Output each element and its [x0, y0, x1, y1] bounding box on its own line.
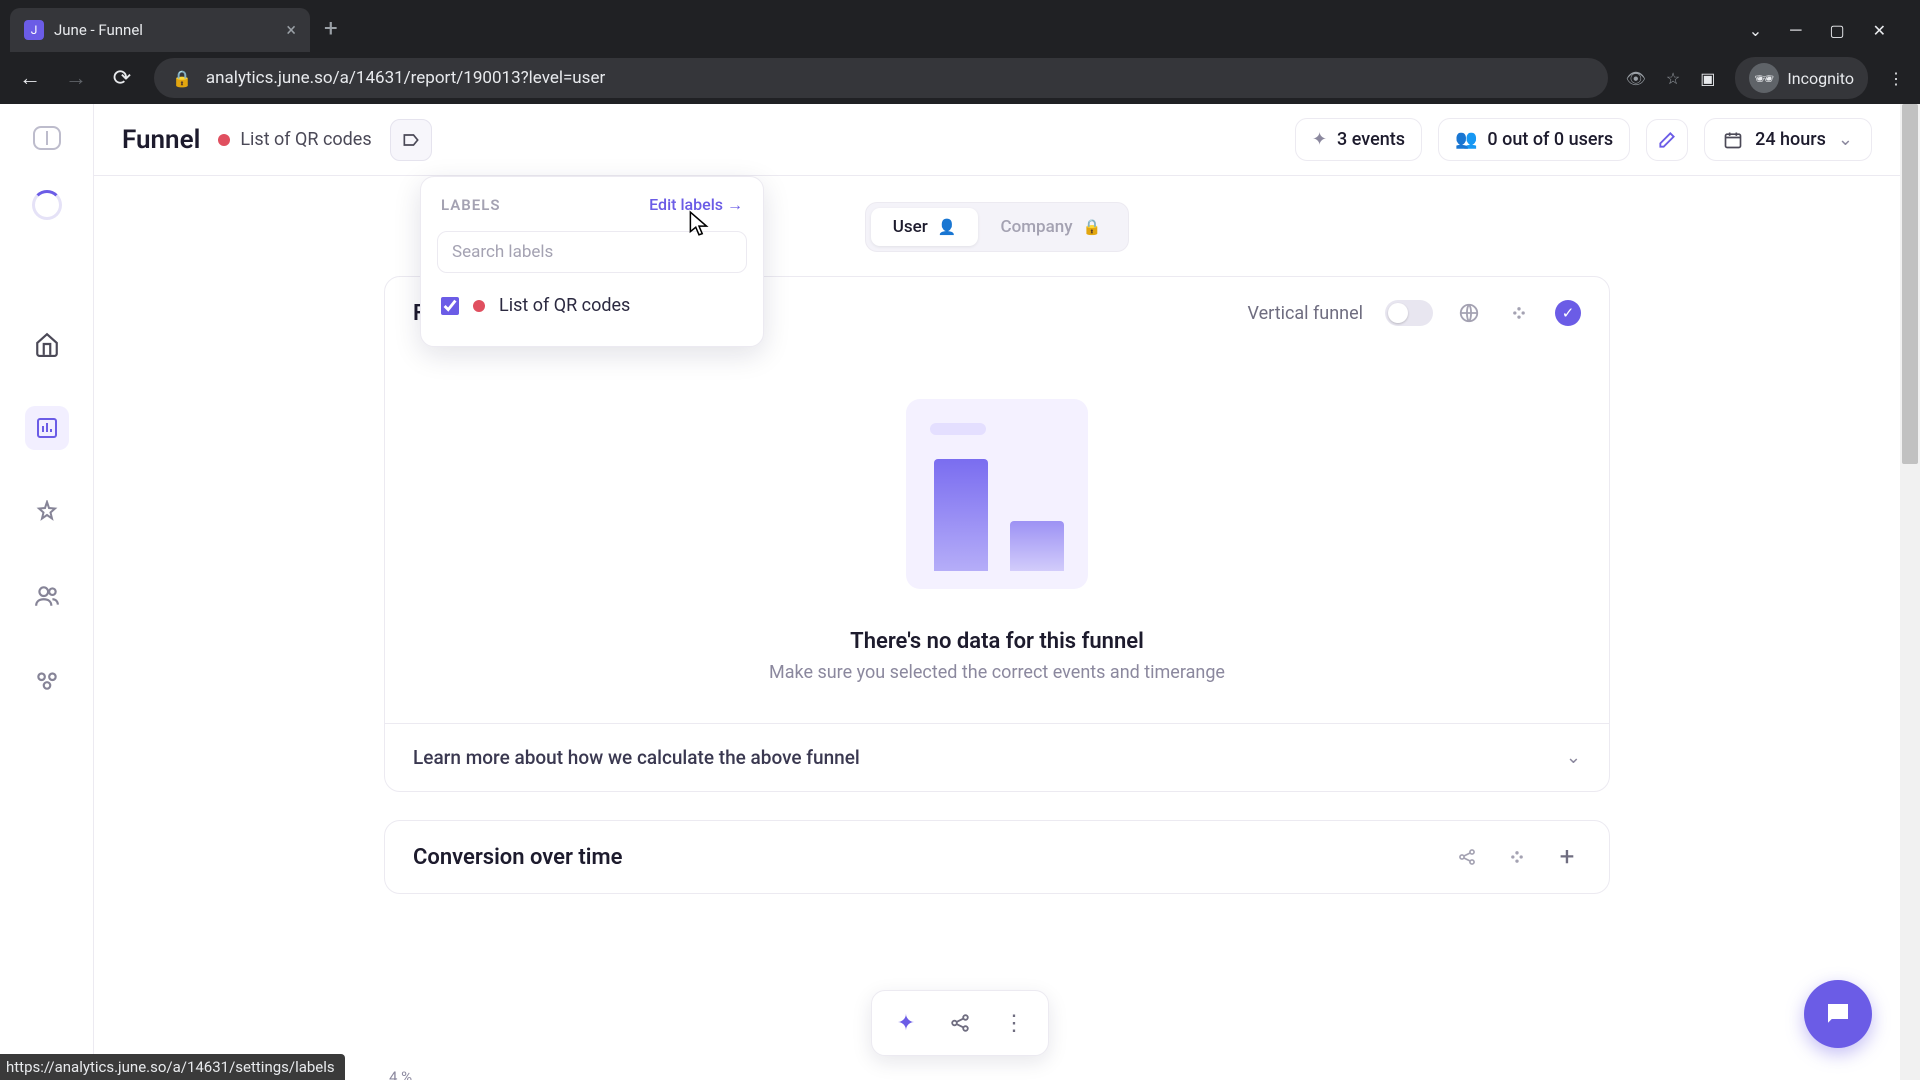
user-icon: 👤 — [938, 218, 957, 236]
home-icon[interactable] — [25, 322, 69, 366]
globe-icon[interactable] — [1455, 299, 1483, 327]
kebab-menu-icon[interactable]: ⋮ — [1888, 69, 1904, 88]
loading-spinner-icon — [32, 190, 62, 220]
funnel-card: Fur Vertical funnel ✓ — [384, 276, 1610, 792]
users-ic-icon: 👥 — [1455, 129, 1477, 150]
forward-button: → — [62, 65, 90, 91]
users-chip[interactable]: 👥 0 out of 0 users — [1438, 118, 1630, 161]
calendar-icon — [1723, 130, 1743, 150]
events-count: 3 events — [1337, 129, 1405, 150]
bookmark-icon[interactable]: ☆ — [1666, 69, 1680, 88]
new-tab-button[interactable]: + — [324, 14, 338, 42]
share-icon[interactable] — [1453, 843, 1481, 871]
reload-button[interactable]: ⟳ — [108, 66, 136, 91]
labels-search-input[interactable] — [437, 231, 747, 273]
segment-company-label: Company — [1000, 217, 1072, 237]
footer-stat: 4 % — [389, 1068, 412, 1080]
tab-favicon: J — [24, 20, 44, 40]
label-dot-icon — [218, 134, 230, 146]
floating-action-bar: ✦ ⋮ — [871, 990, 1049, 1056]
empty-subtitle: Make sure you selected the correct event… — [385, 662, 1609, 683]
extensions-icon[interactable]: ▣ — [1700, 69, 1715, 88]
events-icon[interactable] — [25, 490, 69, 534]
incognito-icon: 🕶 — [1749, 63, 1779, 93]
topbar: Funnel List of QR codes ✦ 3 events 👥 0 o… — [94, 104, 1900, 176]
add-icon[interactable]: + — [1553, 843, 1581, 871]
users-count: 0 out of 0 users — [1487, 129, 1613, 150]
tab-bar: J June - Funnel × + ⌄ ─ ▢ ✕ — [0, 0, 1920, 52]
edit-labels-link[interactable]: Edit labels → — [649, 195, 743, 215]
more-button[interactable]: ⋮ — [990, 999, 1038, 1047]
browser-tab[interactable]: J June - Funnel × — [10, 8, 310, 52]
vertical-funnel-toggle[interactable] — [1385, 300, 1433, 326]
edit-button[interactable] — [1646, 119, 1688, 161]
page-title: Funnel — [122, 125, 200, 155]
segment-user-label: User — [893, 217, 928, 237]
incognito-label: Incognito — [1787, 69, 1854, 88]
label-checkbox[interactable] — [441, 297, 459, 315]
maximize-icon[interactable]: ▢ — [1829, 21, 1844, 40]
label-color-dot-icon — [473, 300, 485, 312]
empty-state: There's no data for this funnel Make sur… — [385, 349, 1609, 723]
segment-toggle: User 👤 Company 🔒 — [865, 202, 1129, 252]
tab-title: June - Funnel — [54, 21, 143, 39]
side-nav — [0, 104, 94, 1080]
lock-icon: 🔒 — [172, 69, 192, 88]
segment-company-tab[interactable]: Company 🔒 — [978, 208, 1123, 246]
sparkle-icon: ✦ — [1312, 129, 1327, 150]
tab-search-icon[interactable]: ⌄ — [1749, 21, 1762, 40]
segment-user-tab[interactable]: User 👤 — [871, 208, 979, 246]
conversion-title: Conversion over time — [413, 845, 622, 870]
close-window-icon[interactable]: ✕ — [1873, 21, 1886, 40]
slack-icon[interactable] — [1503, 843, 1531, 871]
timerange-text: 24 hours — [1755, 129, 1826, 150]
browser-chrome: J June - Funnel × + ⌄ ─ ▢ ✕ ← → ⟳ 🔒 anal… — [0, 0, 1920, 104]
events-chip[interactable]: ✦ 3 events — [1295, 118, 1422, 161]
chat-fab[interactable] — [1804, 980, 1872, 1048]
companies-icon[interactable] — [25, 658, 69, 702]
sidebar-collapse-icon[interactable] — [33, 126, 61, 150]
check-badge-icon[interactable]: ✓ — [1555, 300, 1581, 326]
back-button[interactable]: ← — [16, 65, 44, 91]
minimize-icon[interactable]: ─ — [1790, 20, 1801, 40]
label-option-text: List of QR codes — [499, 295, 630, 316]
slack-icon[interactable] — [1505, 299, 1533, 327]
url-text: analytics.june.so/a/14631/report/190013?… — [206, 68, 605, 88]
chevron-down-icon: ⌄ — [1838, 129, 1853, 150]
url-input[interactable]: 🔒 analytics.june.so/a/14631/report/19001… — [154, 58, 1608, 98]
users-icon[interactable] — [25, 574, 69, 618]
learn-more-text: Learn more about how we calculate the ab… — [413, 746, 860, 769]
applied-label-chip[interactable]: List of QR codes — [218, 129, 371, 150]
applied-label-text: List of QR codes — [240, 129, 371, 150]
labels-popover: LABELS Edit labels → List of QR codes — [420, 176, 764, 347]
label-option-row[interactable]: List of QR codes — [421, 283, 763, 328]
chevron-down-icon: ⌄ — [1566, 747, 1581, 768]
empty-title: There's no data for this funnel — [385, 629, 1609, 654]
eye-off-icon[interactable]: 👁 — [1626, 69, 1646, 88]
conversion-card: Conversion over time + — [384, 820, 1610, 894]
labels-dropdown-button[interactable] — [390, 119, 432, 161]
timerange-selector[interactable]: 24 hours ⌄ — [1704, 118, 1872, 161]
ai-sparkle-button[interactable]: ✦ — [882, 999, 930, 1047]
scrollbar-track[interactable] — [1900, 104, 1920, 1080]
reports-icon[interactable] — [25, 406, 69, 450]
window-controls: ⌄ ─ ▢ ✕ — [1749, 8, 1910, 52]
learn-more-row[interactable]: Learn more about how we calculate the ab… — [385, 723, 1609, 791]
vertical-funnel-label: Vertical funnel — [1248, 303, 1363, 324]
incognito-badge[interactable]: 🕶 Incognito — [1735, 57, 1868, 99]
address-bar: ← → ⟳ 🔒 analytics.june.so/a/14631/report… — [0, 52, 1920, 104]
link-preview: https://analytics.june.so/a/14631/settin… — [0, 1054, 345, 1080]
share-button[interactable] — [936, 999, 984, 1047]
scrollbar-thumb[interactable] — [1902, 104, 1918, 464]
labels-header: LABELS — [441, 196, 501, 214]
lock-small-icon: 🔒 — [1083, 218, 1102, 236]
empty-illustration-icon — [906, 399, 1088, 589]
tab-close-icon[interactable]: × — [286, 20, 296, 41]
